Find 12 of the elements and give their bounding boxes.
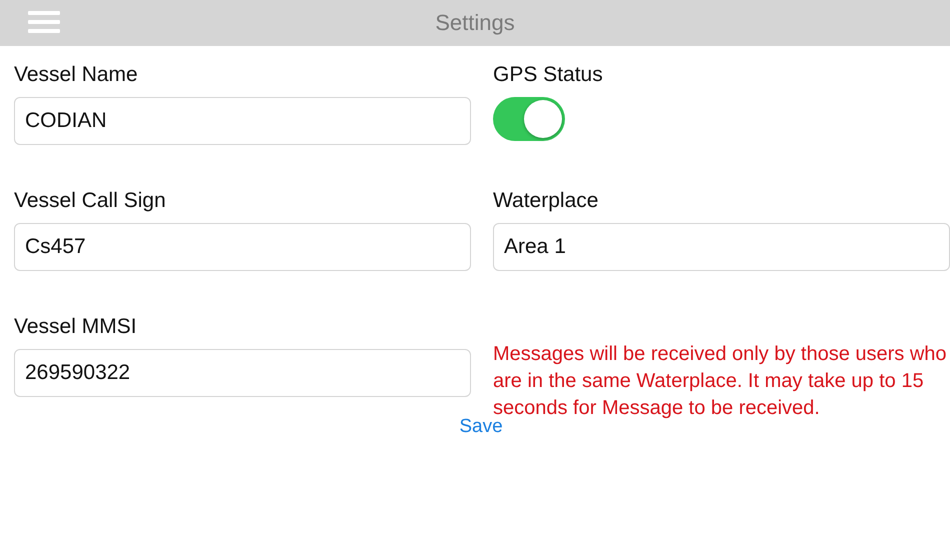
- field-label: Vessel Call Sign: [14, 188, 167, 214]
- toggle-switch[interactable]: [493, 97, 565, 141]
- field-label: GPS Status: [493, 62, 604, 88]
- menu-icon[interactable]: [28, 11, 60, 33]
- input-field[interactable]: Area 1: [493, 223, 950, 271]
- input-field[interactable]: Cs457: [14, 223, 471, 271]
- header-title: Settings: [435, 10, 515, 36]
- input-field[interactable]: 269590322: [14, 349, 471, 397]
- input-field[interactable]: CODIAN: [14, 97, 471, 145]
- field-label: Vessel MMSI: [14, 314, 138, 340]
- field-label: Vessel Name: [14, 62, 139, 88]
- field-label: Waterplace: [493, 188, 600, 214]
